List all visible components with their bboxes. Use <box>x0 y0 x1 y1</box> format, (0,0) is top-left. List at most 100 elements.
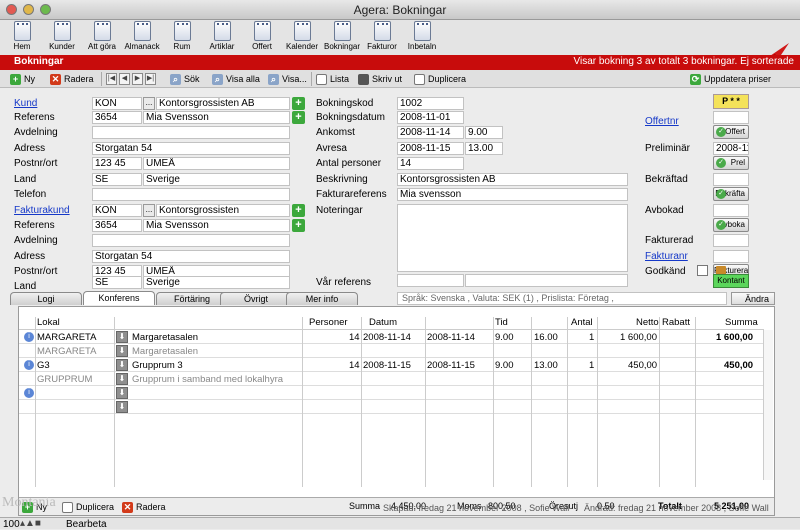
kontant-button[interactable]: Kontant <box>713 274 749 288</box>
fakturerad-field[interactable] <box>713 234 749 247</box>
fland-field[interactable]: Sverige <box>143 276 290 289</box>
kund-lookup-button[interactable]: ... <box>143 97 155 110</box>
first-record-icon[interactable]: |◀ <box>106 73 117 85</box>
toolbar-offert[interactable]: Offert <box>242 21 282 51</box>
table-row-empty[interactable]: i ⬇ <box>19 387 764 400</box>
prel-button[interactable]: ✓ Prel <box>713 156 749 170</box>
next-record-icon[interactable]: ▶ <box>132 73 143 85</box>
tab-mer-info[interactable]: Mer info <box>286 292 358 305</box>
fakturanr-link[interactable]: Fakturanr <box>645 251 688 262</box>
toolbar-bokningar[interactable]: Bokningar <box>322 21 362 51</box>
toolbar-artiklar[interactable]: Artiklar <box>202 21 242 51</box>
arrow-down-icon[interactable]: ⬇ <box>116 359 128 371</box>
fadress-field[interactable]: Storgatan 54 <box>92 250 290 263</box>
bokningsdatum-field[interactable]: 2008-11-01 <box>397 111 464 124</box>
toolbar-inbetaln[interactable]: Inbetaln <box>402 21 442 51</box>
land-field[interactable]: Sverige <box>143 173 290 186</box>
offertnr-field[interactable] <box>713 111 749 124</box>
grid-scrollbar[interactable] <box>763 330 773 480</box>
land-code-field[interactable]: SE <box>92 173 142 186</box>
var-referens-name-field[interactable] <box>465 274 628 287</box>
arrow-down-icon[interactable]: ⬇ <box>116 331 128 343</box>
table-row[interactable]: i MARGARETA ⬇ Margaretasalen 14 2008-11-… <box>19 331 764 344</box>
toolbar-kunder[interactable]: Kunder <box>42 21 82 51</box>
bokningskod-field[interactable]: 1002 <box>397 97 464 110</box>
antal-personer-field[interactable]: 14 <box>397 157 464 170</box>
toolbar-almanack[interactable]: Almanack <box>122 21 162 51</box>
kund-code-field[interactable]: KON <box>92 97 142 110</box>
favdelning-field[interactable] <box>92 234 290 247</box>
toolbar-rum[interactable]: Rum <box>162 21 202 51</box>
delete-button[interactable]: ✕ Radera <box>50 72 94 86</box>
offert-button[interactable]: ✓ Offert <box>713 125 749 139</box>
fakturanr-field[interactable] <box>713 250 749 263</box>
table-row[interactable]: i G3 ⬇ Grupprum 3 14 2008-11-15 2008-11-… <box>19 359 764 372</box>
show-button[interactable]: ⌕ Visa... <box>268 72 307 86</box>
table-row[interactable]: MARGARETA ⬇ Margaretasalen <box>19 345 764 358</box>
andra-button[interactable]: Ändra <box>731 292 775 305</box>
tab-fortaring[interactable]: Förtäring <box>156 292 228 305</box>
fref-name-field[interactable]: Mia Svensson <box>143 219 290 232</box>
adress-field[interactable]: Storgatan 54 <box>92 142 290 155</box>
kund-name-field[interactable]: Kontorsgrossisten AB <box>156 97 290 110</box>
tab-konferens[interactable]: Konferens <box>83 291 155 305</box>
noteringar-field[interactable] <box>397 204 628 272</box>
toolbar-kalender[interactable]: Kalender <box>282 21 322 51</box>
godkand-checkbox[interactable] <box>697 265 708 276</box>
fkund-lookup-button[interactable]: ... <box>143 204 155 217</box>
prev-record-icon[interactable]: ◀ <box>119 73 130 85</box>
arrow-down-icon[interactable]: ⬇ <box>116 401 128 413</box>
fland-code-field[interactable]: SE <box>92 276 142 289</box>
ort-field[interactable]: UMEÅ <box>143 157 290 170</box>
add-fkund-button[interactable]: + <box>292 204 305 217</box>
info-icon[interactable]: i <box>24 360 34 370</box>
tab-logi[interactable]: Logi <box>10 292 82 305</box>
ref-code-field[interactable]: 3654 <box>92 111 142 124</box>
table-row-empty[interactable]: ⬇ <box>19 401 764 414</box>
info-icon[interactable]: i <box>24 332 34 342</box>
fkund-code-field[interactable]: KON <box>92 204 142 217</box>
offertnr-link[interactable]: Offertnr <box>645 116 679 127</box>
search-button[interactable]: ⌕ Sök <box>170 72 200 86</box>
add-ref-button[interactable]: + <box>292 111 305 124</box>
ankomst-date-field[interactable]: 2008-11-14 <box>397 126 464 139</box>
preliminar-field[interactable]: 2008-11-21 <box>713 142 749 155</box>
bekraftad-field[interactable] <box>713 173 749 186</box>
fkund-name-field[interactable]: Kontorsgrossisten <box>156 204 290 217</box>
add-fref-button[interactable]: + <box>292 219 305 232</box>
show-all-button[interactable]: ⌕ Visa alla <box>212 72 260 86</box>
list-button[interactable]: Lista <box>316 72 349 86</box>
tab-ovrigt[interactable]: Övrigt <box>220 292 292 305</box>
fref-code-field[interactable]: 3654 <box>92 219 142 232</box>
add-kund-button[interactable]: + <box>292 97 305 110</box>
update-prices-button[interactable]: ⟳ Uppdatera priser <box>690 72 771 86</box>
avdelning-field[interactable] <box>92 126 290 139</box>
toolbar-hem[interactable]: Hem <box>2 21 42 51</box>
arrow-down-icon[interactable]: ⬇ <box>116 373 128 385</box>
zoom-controls-icon[interactable]: ▴▲■ <box>20 518 41 529</box>
arrow-down-icon[interactable]: ⬇ <box>116 345 128 357</box>
avresa-date-field[interactable]: 2008-11-15 <box>397 142 464 155</box>
new-button[interactable]: + Ny <box>10 72 35 86</box>
ankomst-time-field[interactable]: 9.00 <box>465 126 503 139</box>
var-referens-code-field[interactable] <box>397 274 464 287</box>
fakturakund-link[interactable]: Fakturakund <box>14 205 70 216</box>
fakturareferens-field[interactable]: Mia svensson <box>397 188 628 201</box>
arrow-down-icon[interactable]: ⬇ <box>116 387 128 399</box>
info-icon[interactable]: i <box>24 388 34 398</box>
avboka-button[interactable]: ✓ Avboka <box>713 218 749 232</box>
telefon-field[interactable] <box>92 188 290 201</box>
bekrafta-button[interactable]: ✓ Bekräfta <box>713 187 749 201</box>
print-button[interactable]: Skriv ut <box>358 72 402 86</box>
ref-name-field[interactable]: Mia Svensson <box>143 111 290 124</box>
toolbar-att-gora[interactable]: Att göra <box>82 21 122 51</box>
zoom-level[interactable]: 100 <box>3 519 20 530</box>
last-record-icon[interactable]: ▶| <box>145 73 156 85</box>
kund-link[interactable]: Kund <box>14 98 37 109</box>
avbokad-field[interactable] <box>713 204 749 217</box>
table-row[interactable]: GRUPPRUM ⬇ Grupprum i samband med lokalh… <box>19 373 764 386</box>
postnr-field[interactable]: 123 45 <box>92 157 142 170</box>
avresa-time-field[interactable]: 13.00 <box>465 142 503 155</box>
duplicate-button[interactable]: Duplicera <box>414 72 466 86</box>
toolbar-fakturor[interactable]: Fakturor <box>362 21 402 51</box>
